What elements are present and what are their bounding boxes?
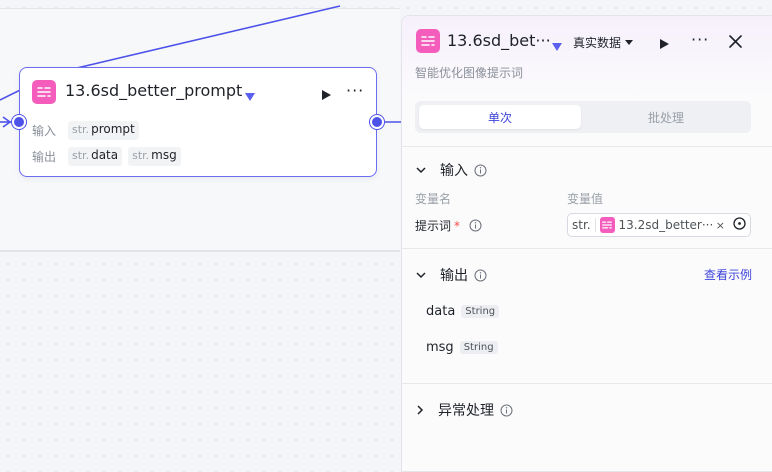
node-more-button[interactable]: ··· bbox=[346, 81, 364, 100]
type-prefix: str. bbox=[72, 148, 90, 162]
section-divider bbox=[402, 146, 772, 147]
view-example-link[interactable]: 查看示例 bbox=[704, 266, 752, 283]
output-section-header[interactable]: 输出 bbox=[416, 265, 487, 285]
prompt-node-icon bbox=[416, 29, 440, 53]
type-prefix: str. bbox=[572, 218, 596, 232]
node-output-tag: str. msg bbox=[128, 146, 181, 166]
output-name: msg bbox=[426, 340, 454, 355]
tab-batch[interactable]: 批处理 bbox=[585, 105, 747, 129]
input-section-header[interactable]: 输入 bbox=[416, 160, 487, 180]
panel-more-button[interactable]: ··· bbox=[691, 30, 709, 49]
node-input-label: 输入 bbox=[32, 123, 57, 138]
close-icon[interactable] bbox=[729, 33, 742, 52]
node-output-port[interactable] bbox=[370, 115, 384, 129]
data-mode-label: 真实数据 bbox=[573, 36, 622, 50]
node-output-label: 输出 bbox=[32, 149, 57, 164]
data-mode-dropdown[interactable]: 真实数据 bbox=[573, 34, 634, 51]
panel-description: 智能优化图像提示词 bbox=[415, 66, 524, 80]
prompt-node-icon bbox=[32, 80, 56, 104]
output-name: data bbox=[426, 304, 456, 319]
variable-select-icon[interactable] bbox=[733, 217, 746, 233]
premium-gem-icon bbox=[244, 87, 256, 106]
workflow-node[interactable]: 13.6sd_better_prompt ··· 输入 str. prompt … bbox=[19, 67, 377, 177]
node-input-row: 输入 str. prompt bbox=[32, 120, 139, 140]
type-prefix: str. bbox=[72, 122, 90, 136]
exception-section-title: 异常处理 bbox=[438, 403, 494, 419]
param-label-prompt: 提示词 * bbox=[415, 217, 482, 234]
reference-text: 13.2sd_better··· · bbox=[618, 218, 712, 232]
node-input-tag: str. prompt bbox=[68, 120, 139, 140]
run-mode-tabs: 单次 批处理 bbox=[415, 101, 751, 133]
panel-run-button[interactable] bbox=[658, 35, 670, 54]
param-name: 提示词 bbox=[415, 219, 452, 233]
node-output-tag: str. data bbox=[68, 146, 123, 166]
output-section-title: 输出 bbox=[440, 268, 468, 284]
node-input-port[interactable] bbox=[12, 115, 26, 129]
premium-gem-icon bbox=[551, 37, 563, 56]
chevron-right-icon bbox=[417, 405, 424, 415]
node-title: 13.6sd_better_prompt bbox=[65, 81, 243, 100]
chevron-down-icon bbox=[416, 272, 426, 279]
output-name: msg bbox=[151, 147, 177, 162]
type-prefix: str. bbox=[132, 148, 150, 162]
info-icon[interactable] bbox=[469, 219, 482, 232]
node-settings-panel: 13.6sd_bet··· 真实数据 ··· 智能优化图像提示词 单次 批处理 … bbox=[401, 15, 772, 472]
output-name: data bbox=[91, 147, 119, 162]
tab-single[interactable]: 单次 bbox=[419, 105, 581, 129]
node-run-button[interactable] bbox=[320, 86, 332, 105]
node-output-row: 输出 str. data str. msg bbox=[32, 146, 181, 166]
panel-header-background bbox=[402, 16, 772, 100]
info-icon[interactable] bbox=[474, 269, 487, 282]
output-item: data String bbox=[426, 304, 500, 319]
variable-reference-field[interactable]: str. 13.2sd_better··· · × bbox=[567, 213, 751, 237]
input-name: prompt bbox=[91, 121, 135, 136]
section-divider bbox=[402, 248, 772, 249]
clear-reference-button[interactable]: × bbox=[716, 219, 725, 232]
info-icon[interactable] bbox=[500, 404, 513, 417]
type-tag: String bbox=[461, 305, 500, 318]
panel-title[interactable]: 13.6sd_bet··· bbox=[447, 31, 551, 50]
exception-section-header[interactable]: 异常处理 bbox=[416, 400, 513, 420]
required-mark: * bbox=[454, 218, 461, 233]
input-section-title: 输入 bbox=[440, 163, 468, 179]
column-header-value: 变量值 bbox=[567, 192, 604, 206]
source-node-icon bbox=[599, 217, 615, 233]
chevron-down-icon bbox=[416, 167, 426, 174]
info-icon[interactable] bbox=[474, 164, 487, 177]
output-item: msg String bbox=[426, 340, 498, 355]
type-tag: String bbox=[459, 341, 498, 354]
section-divider bbox=[402, 383, 772, 384]
column-header-name: 变量名 bbox=[415, 192, 452, 206]
caret-down-icon bbox=[625, 39, 634, 45]
